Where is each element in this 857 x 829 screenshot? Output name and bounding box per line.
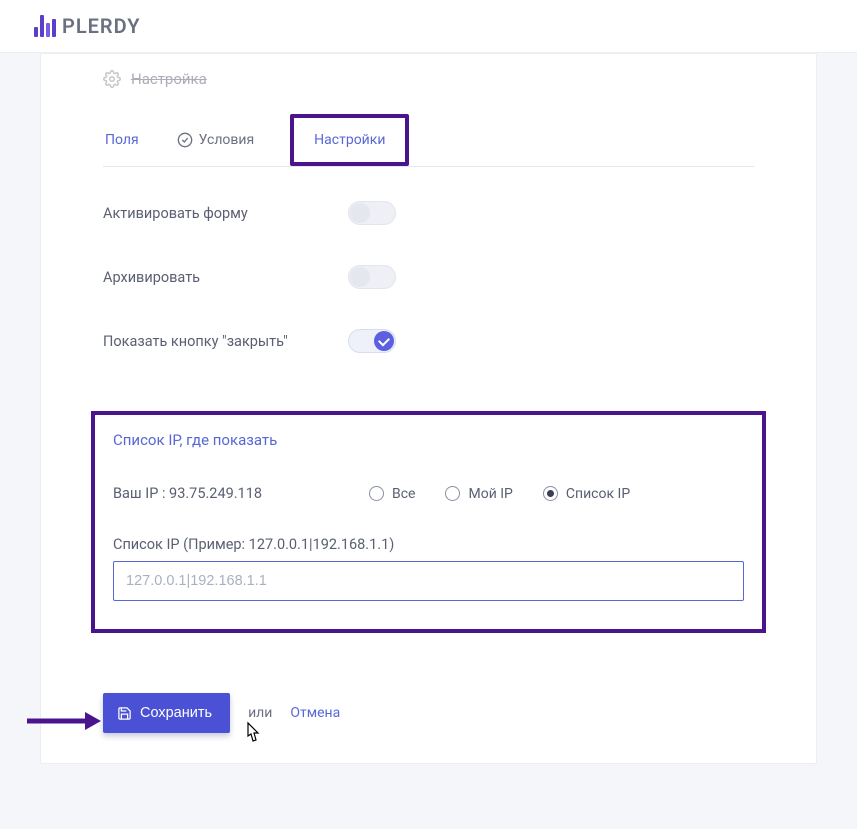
ip-radios: Все Мой IP Список IP: [369, 486, 630, 502]
row-show-close: Показать кнопку "закрыть": [103, 329, 754, 353]
gear-icon: [103, 70, 121, 88]
tabs: Поля Условия Настройки: [103, 124, 754, 167]
cancel-link[interactable]: Отмена: [290, 705, 340, 721]
your-ip: Ваш IP : 93.75.249.118: [113, 485, 313, 502]
ip-panel-title: Список IP, где показать: [113, 431, 748, 449]
tab-settings-highlight: Настройки: [290, 114, 409, 166]
save-icon: [117, 706, 132, 721]
your-ip-value: 93.75.249.118: [169, 485, 262, 502]
radio-all[interactable]: Все: [369, 486, 415, 502]
radio-my-label: Мой IP: [468, 486, 512, 502]
card-header: Настройка: [41, 54, 816, 94]
row-archive: Архивировать: [103, 265, 754, 289]
cursor-pointer-icon: [241, 721, 263, 747]
row-activate-form: Активировать форму: [103, 201, 754, 225]
radio-ip-list[interactable]: Список IP: [543, 486, 630, 502]
save-button-label: Сохранить: [140, 705, 212, 721]
ip-list-input[interactable]: [113, 561, 744, 601]
toggle-activate-form[interactable]: [348, 201, 396, 225]
brand-name: PLERDY: [62, 14, 141, 38]
save-button[interactable]: Сохранить: [103, 693, 230, 733]
radio-my-ip[interactable]: Мой IP: [445, 486, 512, 502]
ip-list-label: Список IP (Пример: 127.0.0.1|192.168.1.1…: [113, 536, 748, 553]
annotation-arrow-icon: [25, 709, 101, 733]
brand-logo: PLERDY: [34, 14, 823, 38]
toggle-show-close[interactable]: [348, 329, 396, 353]
card-title: Настройка: [131, 70, 207, 88]
settings-rows: Активировать форму Архивировать Показать…: [41, 167, 816, 401]
radio-list-label: Список IP: [566, 486, 630, 502]
label-show-close: Показать кнопку "закрыть": [103, 333, 348, 350]
topbar: PLERDY: [0, 0, 857, 53]
logo-bars-icon: [34, 15, 56, 37]
settings-card: Настройка Поля Условия Настройки Активир…: [40, 53, 817, 764]
tab-conditions[interactable]: Условия: [175, 128, 257, 152]
your-ip-label: Ваш IP :: [113, 485, 169, 502]
check-circle-icon: [177, 132, 193, 148]
toggle-archive[interactable]: [348, 265, 396, 289]
tab-fields[interactable]: Поля: [103, 128, 141, 152]
ip-row: Ваш IP : 93.75.249.118 Все Мой IP Список…: [113, 485, 748, 502]
label-archive: Архивировать: [103, 269, 348, 286]
label-activate-form: Активировать форму: [103, 205, 348, 222]
footer-actions: Сохранить или Отмена: [103, 693, 754, 733]
ip-panel: Список IP, где показать Ваш IP : 93.75.2…: [91, 411, 766, 633]
tab-settings[interactable]: Настройки: [312, 128, 387, 152]
radio-all-label: Все: [392, 486, 415, 502]
tab-conditions-label: Условия: [199, 132, 255, 148]
or-text: или: [248, 705, 272, 721]
